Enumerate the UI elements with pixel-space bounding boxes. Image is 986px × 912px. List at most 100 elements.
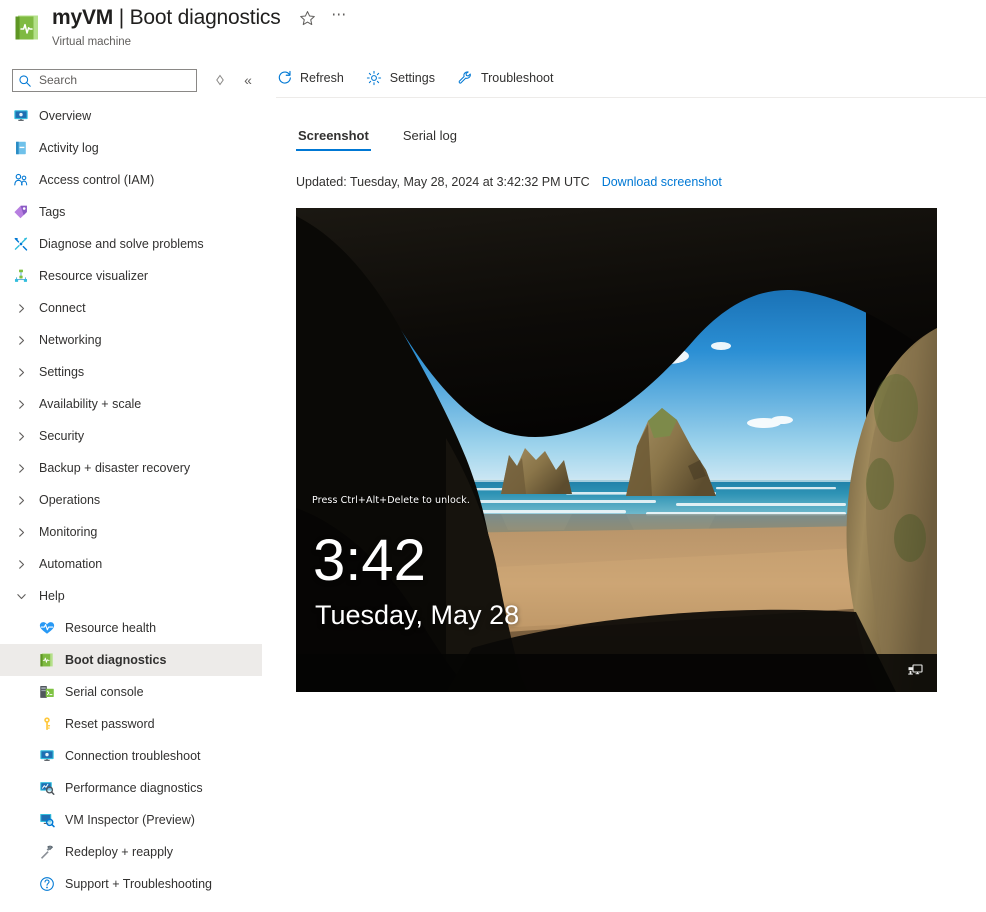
sidebar-item-label: Reset password	[65, 717, 155, 731]
refresh-button-label: Refresh	[300, 71, 344, 85]
download-screenshot-link[interactable]: Download screenshot	[602, 175, 722, 189]
ellipsis-icon[interactable]: ⋯	[329, 7, 351, 29]
star-icon[interactable]	[297, 7, 319, 29]
sidebar-item-label: Diagnose and solve problems	[39, 237, 204, 251]
sidebar-item-label: Help	[39, 589, 65, 603]
sidebar-item-label: Availability + scale	[39, 397, 141, 411]
ease-of-access-network-icon	[908, 664, 923, 682]
chevron-right-icon	[12, 495, 30, 506]
sidebar-item-operations[interactable]: Operations	[0, 484, 262, 516]
chevron-down-icon	[12, 591, 30, 602]
wrench-icon	[457, 70, 474, 87]
tag-icon	[12, 203, 30, 221]
sidebar-item-label: Serial console	[65, 685, 144, 699]
refresh-button[interactable]: Refresh	[276, 64, 352, 92]
sidebar-item-monitoring[interactable]: Monitoring	[0, 516, 262, 548]
pin-icon[interactable]	[211, 71, 229, 89]
chevron-right-icon	[12, 463, 30, 474]
tab-screenshot[interactable]: Screenshot	[296, 128, 371, 151]
resource-type-subtitle: Virtual machine	[52, 36, 131, 48]
sidebar-nav-list: Overview Activity log Access control (IA…	[0, 100, 262, 900]
sidebar-item-label: Automation	[39, 557, 102, 571]
azure-portal-blade: myVM | Boot diagnostics ⋯ Virtual machin…	[0, 0, 986, 912]
sidebar-item-resource-visualizer[interactable]: Resource visualizer	[0, 260, 262, 292]
sidebar-item-label: Backup + disaster recovery	[39, 461, 190, 475]
tab-screenshot-label: Screenshot	[298, 128, 369, 143]
refresh-icon	[276, 70, 293, 87]
toolbar-divider	[276, 97, 986, 98]
sidebar-item-tags[interactable]: Tags	[0, 196, 262, 228]
vm-screenshot-image: Press Ctrl+Alt+Delete to unlock. 3:42 Tu…	[296, 208, 937, 692]
sidebar-item-support-troubleshooting[interactable]: Support + Troubleshooting	[0, 868, 262, 900]
lock-screen-time: 3:42	[313, 530, 426, 592]
sidebar-item-availability-scale[interactable]: Availability + scale	[0, 388, 262, 420]
troubleshoot-button[interactable]: Troubleshoot	[457, 64, 562, 92]
resource-visualizer-icon	[12, 267, 30, 285]
sidebar-item-label: Tags	[39, 205, 65, 219]
tools-icon	[12, 235, 30, 253]
sidebar-item-reset-password[interactable]: Reset password	[0, 708, 262, 740]
activity-log-icon	[12, 139, 30, 157]
sidebar-item-connection-troubleshoot[interactable]: Connection troubleshoot	[0, 740, 262, 772]
sidebar-item-performance-diagnostics[interactable]: Performance diagnostics	[0, 772, 262, 804]
main-content: Refresh	[276, 60, 986, 912]
sidebar-item-networking[interactable]: Networking	[0, 324, 262, 356]
vm-inspector-icon	[38, 811, 56, 829]
tab-serial-log[interactable]: Serial log	[401, 128, 459, 151]
monitor-icon	[12, 107, 30, 125]
lock-screen-date: Tuesday, May 28	[315, 600, 519, 630]
chevron-right-icon	[12, 431, 30, 442]
search-input-wrapper[interactable]	[12, 69, 197, 92]
sidebar-item-label: Networking	[39, 333, 102, 347]
sidebar-item-serial-console[interactable]: Serial console	[0, 676, 262, 708]
chevron-right-icon	[12, 303, 30, 314]
chevron-right-icon	[12, 335, 30, 346]
sidebar-item-label: Overview	[39, 109, 91, 123]
title-section-name: Boot diagnostics	[130, 6, 281, 29]
title-resource-name: myVM	[52, 6, 113, 29]
serial-console-icon	[38, 683, 56, 701]
sidebar-item-diagnose-and-solve-problems[interactable]: Diagnose and solve problems	[0, 228, 262, 260]
page-header: myVM | Boot diagnostics ⋯ Virtual machin…	[0, 0, 986, 56]
chevron-right-icon	[12, 559, 30, 570]
sidebar-item-label: Monitoring	[39, 525, 97, 539]
sidebar-item-label: Boot diagnostics	[65, 653, 166, 667]
sidebar-item-access-control-iam[interactable]: Access control (IAM)	[0, 164, 262, 196]
sidebar-item-help[interactable]: Help	[0, 580, 262, 612]
search-icon	[18, 74, 32, 91]
sidebar: « Overview Activity log Access control	[0, 60, 262, 912]
sidebar-item-vm-inspector-preview[interactable]: VM Inspector (Preview)	[0, 804, 262, 836]
sidebar-item-backup-disaster-recovery[interactable]: Backup + disaster recovery	[0, 452, 262, 484]
question-circle-icon	[38, 875, 56, 893]
sidebar-item-automation[interactable]: Automation	[0, 548, 262, 580]
sidebar-item-label: Performance diagnostics	[65, 781, 203, 795]
sidebar-item-connect[interactable]: Connect	[0, 292, 262, 324]
settings-button[interactable]: Settings	[366, 64, 443, 92]
sidebar-item-label: Support + Troubleshooting	[65, 877, 212, 891]
key-icon	[38, 715, 56, 733]
sidebar-item-label: Settings	[39, 365, 84, 379]
boot-diagnostics-book-icon	[38, 651, 56, 669]
search-input[interactable]	[37, 72, 187, 88]
double-chevron-left-icon[interactable]: «	[239, 71, 257, 89]
sidebar-item-label: VM Inspector (Preview)	[65, 813, 195, 827]
hammer-icon	[38, 843, 56, 861]
heart-pulse-icon	[38, 619, 56, 637]
people-icon	[12, 171, 30, 189]
sidebar-item-redeploy-reapply[interactable]: Redeploy + reapply	[0, 836, 262, 868]
sidebar-item-label: Connect	[39, 301, 86, 315]
chevron-right-icon	[12, 527, 30, 538]
sidebar-item-activity-log[interactable]: Activity log	[0, 132, 262, 164]
sidebar-item-label: Security	[39, 429, 84, 443]
sidebar-item-settings[interactable]: Settings	[0, 356, 262, 388]
chevron-right-icon	[12, 367, 30, 378]
sidebar-item-security[interactable]: Security	[0, 420, 262, 452]
chevron-right-icon	[12, 399, 30, 410]
sidebar-item-overview[interactable]: Overview	[0, 100, 262, 132]
sidebar-item-boot-diagnostics[interactable]: Boot diagnostics	[0, 644, 262, 676]
updated-timestamp: Updated: Tuesday, May 28, 2024 at 3:42:3…	[296, 175, 590, 189]
boot-diagnostics-book-icon	[14, 14, 41, 42]
settings-button-label: Settings	[390, 71, 435, 85]
troubleshoot-button-label: Troubleshoot	[481, 71, 554, 85]
sidebar-item-resource-health[interactable]: Resource health	[0, 612, 262, 644]
